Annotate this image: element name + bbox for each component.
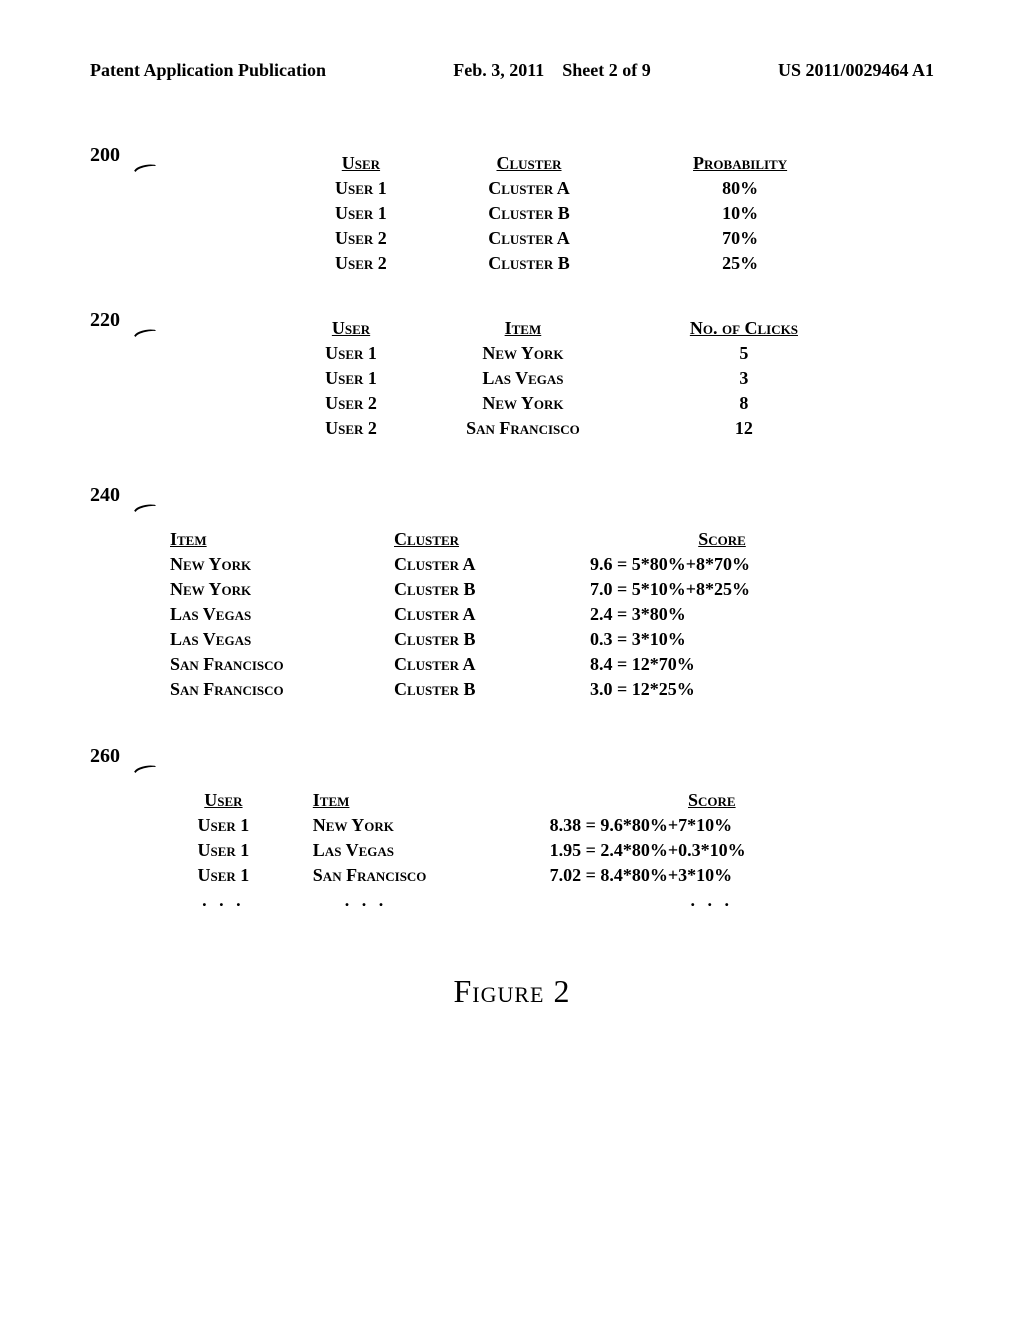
- table-row: Las Vegas Cluster A 2.4 = 3*80%: [162, 602, 862, 627]
- table-row: User 1 Cluster A 80%: [292, 176, 852, 201]
- reference-240: 240 ⌢: [90, 491, 210, 517]
- col-item: Item: [305, 788, 542, 813]
- table-header-row: User Cluster Probability: [292, 151, 852, 176]
- reference-220: 220 ⌢: [90, 316, 210, 342]
- table-header-row: User Item No. of Clicks: [292, 316, 852, 341]
- col-cluster: Cluster: [430, 151, 628, 176]
- table-row: User 1 New York 8.38 = 9.6*80%+7*10%: [142, 813, 882, 838]
- lead-line-icon: ⌢: [117, 752, 168, 782]
- reference-260: 260 ⌢: [90, 752, 210, 778]
- page-header: Patent Application Publication Feb. 3, 2…: [90, 60, 934, 81]
- table-row: User 1 Cluster B 10%: [292, 201, 852, 226]
- table-header-row: Item Cluster Score: [162, 527, 862, 552]
- table-row: User 2 San Francisco 12: [292, 416, 852, 441]
- table-row: Las Vegas Cluster B 0.3 = 3*10%: [162, 627, 862, 652]
- table-row: User 1 New York 5: [292, 341, 852, 366]
- col-score: Score: [582, 527, 862, 552]
- header-right: US 2011/0029464 A1: [778, 60, 934, 81]
- header-left: Patent Application Publication: [90, 60, 326, 81]
- table-row: New York Cluster B 7.0 = 5*10%+8*25%: [162, 577, 862, 602]
- header-date: Feb. 3, 2011: [453, 60, 544, 80]
- section-260: 260 ⌢ User Item Score User 1 New York 8.…: [90, 752, 934, 913]
- col-score: Score: [542, 788, 882, 813]
- header-center: Feb. 3, 2011 Sheet 2 of 9: [453, 60, 651, 81]
- lead-line-icon: ⌢: [117, 316, 168, 346]
- table-row: User 2 Cluster B 25%: [292, 251, 852, 276]
- header-sheet: Sheet 2 of 9: [562, 60, 651, 80]
- col-user: User: [292, 316, 410, 341]
- col-item: Item: [410, 316, 636, 341]
- section-200: 200 ⌢ User Cluster Probability User 1 Cl…: [90, 151, 934, 276]
- col-user: User: [142, 788, 305, 813]
- section-240: 240 ⌢ Item Cluster Score New York Cluste…: [90, 491, 934, 702]
- section-220: 220 ⌢ User Item No. of Clicks User 1 New…: [90, 316, 934, 441]
- table-row: New York Cluster A 9.6 = 5*80%+8*70%: [162, 552, 862, 577]
- table-row: User 1 Las Vegas 1.95 = 2.4*80%+0.3*10%: [142, 838, 882, 863]
- table-header-row: User Item Score: [142, 788, 882, 813]
- ellipsis-row: . . . . . . . . .: [142, 888, 882, 913]
- table-220: User Item No. of Clicks User 1 New York …: [292, 316, 852, 441]
- table-row: San Francisco Cluster A 8.4 = 12*70%: [162, 652, 862, 677]
- lead-line-icon: ⌢: [117, 151, 168, 181]
- lead-line-icon: ⌢: [117, 491, 168, 521]
- table-row: San Francisco Cluster B 3.0 = 12*25%: [162, 677, 862, 702]
- table-row: User 1 San Francisco 7.02 = 8.4*80%+3*10…: [142, 863, 882, 888]
- table-260: User Item Score User 1 New York 8.38 = 9…: [142, 788, 882, 913]
- table-row: User 2 New York 8: [292, 391, 852, 416]
- col-probability: Probability: [628, 151, 852, 176]
- table-row: User 1 Las Vegas 3: [292, 366, 852, 391]
- patent-page: Patent Application Publication Feb. 3, 2…: [0, 0, 1024, 1050]
- table-240: Item Cluster Score New York Cluster A 9.…: [162, 527, 862, 702]
- col-user: User: [292, 151, 430, 176]
- figure-caption: Figure 2: [90, 973, 934, 1010]
- table-200: User Cluster Probability User 1 Cluster …: [292, 151, 852, 276]
- reference-200: 200 ⌢: [90, 151, 210, 177]
- col-item: Item: [162, 527, 386, 552]
- col-clicks: No. of Clicks: [636, 316, 852, 341]
- col-cluster: Cluster: [386, 527, 582, 552]
- table-row: User 2 Cluster A 70%: [292, 226, 852, 251]
